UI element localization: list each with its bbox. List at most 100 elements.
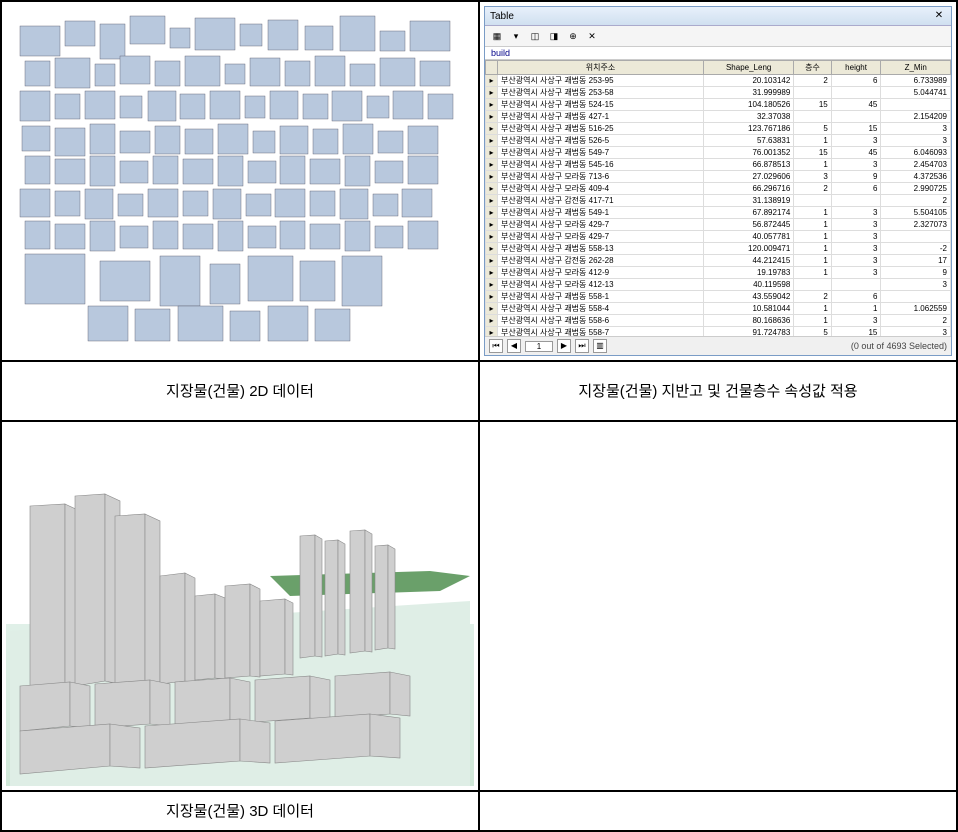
table-rows: ▸부산광역시 사상구 괘법동 253-9520.103142266.733989… — [486, 75, 951, 337]
table-cell: ▸ — [486, 243, 498, 255]
table-cell: 43.559042 — [704, 291, 794, 303]
table-row[interactable]: ▸부산광역시 사상구 괘법동 526-557.63831133 — [486, 135, 951, 147]
table-cell: 2 — [881, 315, 951, 327]
table-row[interactable]: ▸부산광역시 사상구 감전동 417-7131.1389192 — [486, 195, 951, 207]
table-row[interactable]: ▸부산광역시 사상구 괘법동 524-15104.1805261545 — [486, 99, 951, 111]
table-row[interactable]: ▸부산광역시 사상구 괘법동 558-143.55904226 — [486, 291, 951, 303]
table-cell: 15 — [831, 123, 881, 135]
table-cell: 10.581044 — [704, 303, 794, 315]
table-cell: 1 — [794, 231, 831, 243]
table-row[interactable]: ▸부산광역시 사상구 괘법동 549-167.892174135.504105 — [486, 207, 951, 219]
table-row[interactable]: ▸부산광역시 사상구 괘법동 427-132.370382.154209 — [486, 111, 951, 123]
cell-3d-scene — [1, 421, 479, 791]
table-row[interactable]: ▸부산광역시 사상구 괘법동 516-25123.7671865153 — [486, 123, 951, 135]
table-cell: 부산광역시 사상구 괘법동 427-1 — [498, 111, 704, 123]
table-cell: 부산광역시 사상구 괘법동 253-58 — [498, 87, 704, 99]
table-cell: 부산광역시 사상구 모라동 412-13 — [498, 279, 704, 291]
nav-next-icon[interactable]: ▶ — [557, 339, 571, 353]
table-cell: 1 — [794, 315, 831, 327]
map-2d-view[interactable] — [6, 6, 474, 356]
toolbar-btn-3[interactable]: ◫ — [527, 28, 543, 44]
table-cell: 6 — [831, 75, 881, 87]
table-cell: 31.138919 — [704, 195, 794, 207]
nav-prev-icon[interactable]: ◀ — [507, 339, 521, 353]
column-header[interactable]: Shape_Leng — [704, 61, 794, 75]
table-cell: 31.999989 — [704, 87, 794, 99]
table-cell: 6.733989 — [881, 75, 951, 87]
table-row[interactable]: ▸부산광역시 사상구 괘법동 558-410.581044111.062559 — [486, 303, 951, 315]
scene-3d-view[interactable] — [6, 426, 474, 786]
table-row[interactable]: ▸부산광역시 사상구 모라동 409-466.296716262.990725 — [486, 183, 951, 195]
table-row[interactable]: ▸부산광역시 사상구 감전동 262-2844.2124151317 — [486, 255, 951, 267]
column-header[interactable]: 위치주소 — [498, 61, 704, 75]
table-cell: 15 — [831, 327, 881, 337]
toolbar-btn-4[interactable]: ◨ — [546, 28, 562, 44]
table-row[interactable]: ▸부산광역시 사상구 모라동 429-756.872445132.327073 — [486, 219, 951, 231]
table-cell: 2 — [881, 195, 951, 207]
table-row[interactable]: ▸부산광역시 사상구 모라동 412-1340.1195983 — [486, 279, 951, 291]
table-cell: 3 — [831, 207, 881, 219]
table-row[interactable]: ▸부산광역시 사상구 모라동 713-627.029606394.372536 — [486, 171, 951, 183]
toolbar-btn-2[interactable]: ▾ — [508, 28, 524, 44]
table-cell: 부산광역시 사상구 괘법동 558-6 — [498, 315, 704, 327]
table-body[interactable]: 위치주소Shape_Leng층수heightZ_Min ▸부산광역시 사상구 괘… — [485, 60, 951, 336]
table-row[interactable]: ▸부산광역시 사상구 괘법동 549-776.00135215456.04609… — [486, 147, 951, 159]
table-row[interactable]: ▸부산광역시 사상구 괘법동 558-13120.00947113-2 — [486, 243, 951, 255]
table-cell: 15 — [794, 99, 831, 111]
cell-empty — [479, 421, 957, 791]
table-cell: 부산광역시 사상구 감전동 417-71 — [498, 195, 704, 207]
table-cell: 45 — [831, 99, 881, 111]
table-cell: 123.767186 — [704, 123, 794, 135]
table-cell: 2 — [794, 75, 831, 87]
table-cell: ▸ — [486, 255, 498, 267]
toolbar-btn-1[interactable]: ▦ — [489, 28, 505, 44]
table-cell: 44.212415 — [704, 255, 794, 267]
table-row[interactable]: ▸부산광역시 사상구 모라동 429-740.05778113 — [486, 231, 951, 243]
column-header[interactable]: Z_Min — [881, 61, 951, 75]
table-row[interactable]: ▸부산광역시 사상구 모라동 412-919.19783139 — [486, 267, 951, 279]
table-cell: 1 — [794, 207, 831, 219]
column-header[interactable] — [486, 61, 498, 75]
table-cell: 3 — [881, 327, 951, 337]
table-tab[interactable]: build — [485, 47, 951, 60]
table-cell — [831, 87, 881, 99]
caption-empty — [479, 791, 957, 831]
table-cell — [794, 87, 831, 99]
map-2d-svg — [6, 6, 474, 356]
table-cell: ▸ — [486, 267, 498, 279]
column-header[interactable]: height — [831, 61, 881, 75]
toolbar-btn-6[interactable]: ✕ — [584, 28, 600, 44]
table-cell: 40.119598 — [704, 279, 794, 291]
table-cell: 104.180526 — [704, 99, 794, 111]
table-head: 위치주소Shape_Leng층수heightZ_Min — [486, 61, 951, 75]
table-cell — [794, 279, 831, 291]
record-number[interactable]: 1 — [525, 341, 553, 352]
table-cell: 56.872445 — [704, 219, 794, 231]
table-cell: 27.029606 — [704, 171, 794, 183]
table-cell: 1.062559 — [881, 303, 951, 315]
table-cell: ▸ — [486, 303, 498, 315]
table-cell: 40.057781 — [704, 231, 794, 243]
table-cell: 6 — [831, 183, 881, 195]
table-cell: ▸ — [486, 315, 498, 327]
toolbar-btn-5[interactable]: ⊕ — [565, 28, 581, 44]
table-cell: 부산광역시 사상구 괘법동 253-95 — [498, 75, 704, 87]
table-cell: 80.168636 — [704, 315, 794, 327]
table-row[interactable]: ▸부산광역시 사상구 괘법동 253-9520.103142266.733989 — [486, 75, 951, 87]
table-cell: 5 — [794, 123, 831, 135]
close-icon[interactable]: ✕ — [932, 9, 946, 23]
table-toolbar: ▦ ▾ ◫ ◨ ⊕ ✕ — [485, 26, 951, 47]
table-cell: ▸ — [486, 183, 498, 195]
column-header[interactable]: 층수 — [794, 61, 831, 75]
nav-first-icon[interactable]: ⏮ — [489, 339, 503, 353]
table-row[interactable]: ▸부산광역시 사상구 괘법동 545-1666.878513132.454703 — [486, 159, 951, 171]
table-row[interactable]: ▸부산광역시 사상구 괘법동 558-791.7247835153 — [486, 327, 951, 337]
cell-attr-table: Table ✕ ▦ ▾ ◫ ◨ ⊕ ✕ build 위치주소Shape_Leng… — [479, 1, 957, 361]
table-titlebar[interactable]: Table ✕ — [485, 7, 951, 26]
nav-last-icon[interactable]: ⏭ — [575, 339, 589, 353]
table-cell: 부산광역시 사상구 모라동 429-7 — [498, 219, 704, 231]
table-row[interactable]: ▸부산광역시 사상구 괘법동 558-680.168636132 — [486, 315, 951, 327]
nav-opts-icon[interactable]: ▥ — [593, 339, 607, 353]
scene-3d-svg — [6, 426, 474, 786]
table-row[interactable]: ▸부산광역시 사상구 괘법동 253-5831.9999895.044741 — [486, 87, 951, 99]
